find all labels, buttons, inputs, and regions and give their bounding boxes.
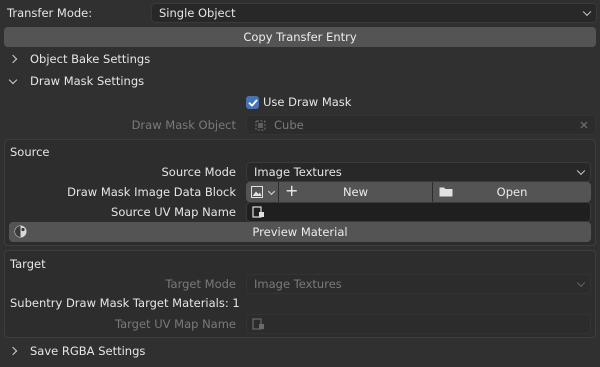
clear-x-icon[interactable]	[579, 120, 589, 130]
draw-mask-object-value: Cube	[274, 118, 304, 132]
new-image-label: New	[342, 185, 369, 199]
preview-material-label: Preview Material	[252, 225, 348, 239]
chevron-down-icon	[267, 187, 276, 196]
draw-mask-image-label: Draw Mask Image Data Block	[67, 185, 236, 199]
disclosure-collapsed-icon	[8, 54, 18, 64]
source-uv-map-label: Source UV Map Name	[111, 205, 236, 219]
disclosure-expanded-icon	[8, 75, 18, 84]
source-mode-label: Source Mode	[161, 165, 237, 179]
preview-material-button[interactable]: Preview Material	[9, 222, 591, 242]
chevron-down-icon	[582, 7, 592, 17]
target-uv-map-field[interactable]	[246, 314, 591, 334]
target-title: Target	[10, 257, 46, 271]
draw-mask-object-label: Draw Mask Object	[131, 118, 236, 132]
section-draw-mask[interactable]: Draw Mask Settings	[0, 70, 600, 92]
target-uv-map-label: Target UV Map Name	[114, 317, 236, 331]
uv-map-icon	[252, 318, 264, 330]
copy-transfer-entry-button[interactable]: Copy Transfer Entry	[4, 27, 596, 47]
target-mode-label: Target Mode	[165, 277, 236, 291]
section-object-bake-label: Object Bake Settings	[30, 52, 151, 66]
section-object-bake[interactable]: Object Bake Settings	[0, 48, 600, 70]
disclosure-collapsed-icon	[8, 346, 18, 356]
image-icon	[251, 186, 263, 198]
open-image-label: Open	[496, 185, 528, 199]
copy-transfer-entry-label: Copy Transfer Entry	[243, 30, 357, 44]
checkmark-icon	[248, 99, 257, 106]
transfer-mode-label: Transfer Mode:	[7, 6, 93, 20]
source-uv-map-field[interactable]	[246, 202, 591, 222]
target-mode-value: Image Textures	[254, 277, 342, 291]
transfer-mode-dropdown[interactable]: Single Object	[151, 3, 597, 23]
chevron-down-icon	[576, 278, 586, 288]
section-draw-mask-label: Draw Mask Settings	[30, 74, 145, 88]
open-image-button[interactable]: Open	[433, 182, 591, 202]
image-browse-button[interactable]	[246, 182, 278, 202]
source-mode-dropdown[interactable]: Image Textures	[246, 162, 591, 182]
plus-icon: +	[285, 181, 299, 200]
source-mode-value: Image Textures	[254, 165, 342, 179]
use-draw-mask-checkbox[interactable]	[246, 96, 259, 109]
object-cube-icon	[255, 119, 266, 131]
material-sphere-icon	[14, 225, 27, 238]
use-draw-mask-label[interactable]: Use Draw Mask	[263, 92, 351, 112]
uv-map-icon	[252, 206, 264, 218]
section-save-rgba-label: Save RGBA Settings	[30, 344, 146, 358]
new-image-button[interactable]: + New	[279, 181, 432, 202]
section-save-rgba[interactable]: Save RGBA Settings	[0, 340, 600, 362]
folder-icon	[439, 187, 453, 197]
target-mode-dropdown[interactable]: Image Textures	[246, 274, 591, 294]
transfer-mode-value: Single Object	[159, 6, 236, 20]
chevron-down-icon	[576, 166, 586, 176]
draw-mask-object-field[interactable]: Cube	[246, 115, 596, 135]
subentry-target-materials-text: Subentry Draw Mask Target Materials: 1	[10, 296, 240, 310]
source-title: Source	[10, 145, 50, 159]
